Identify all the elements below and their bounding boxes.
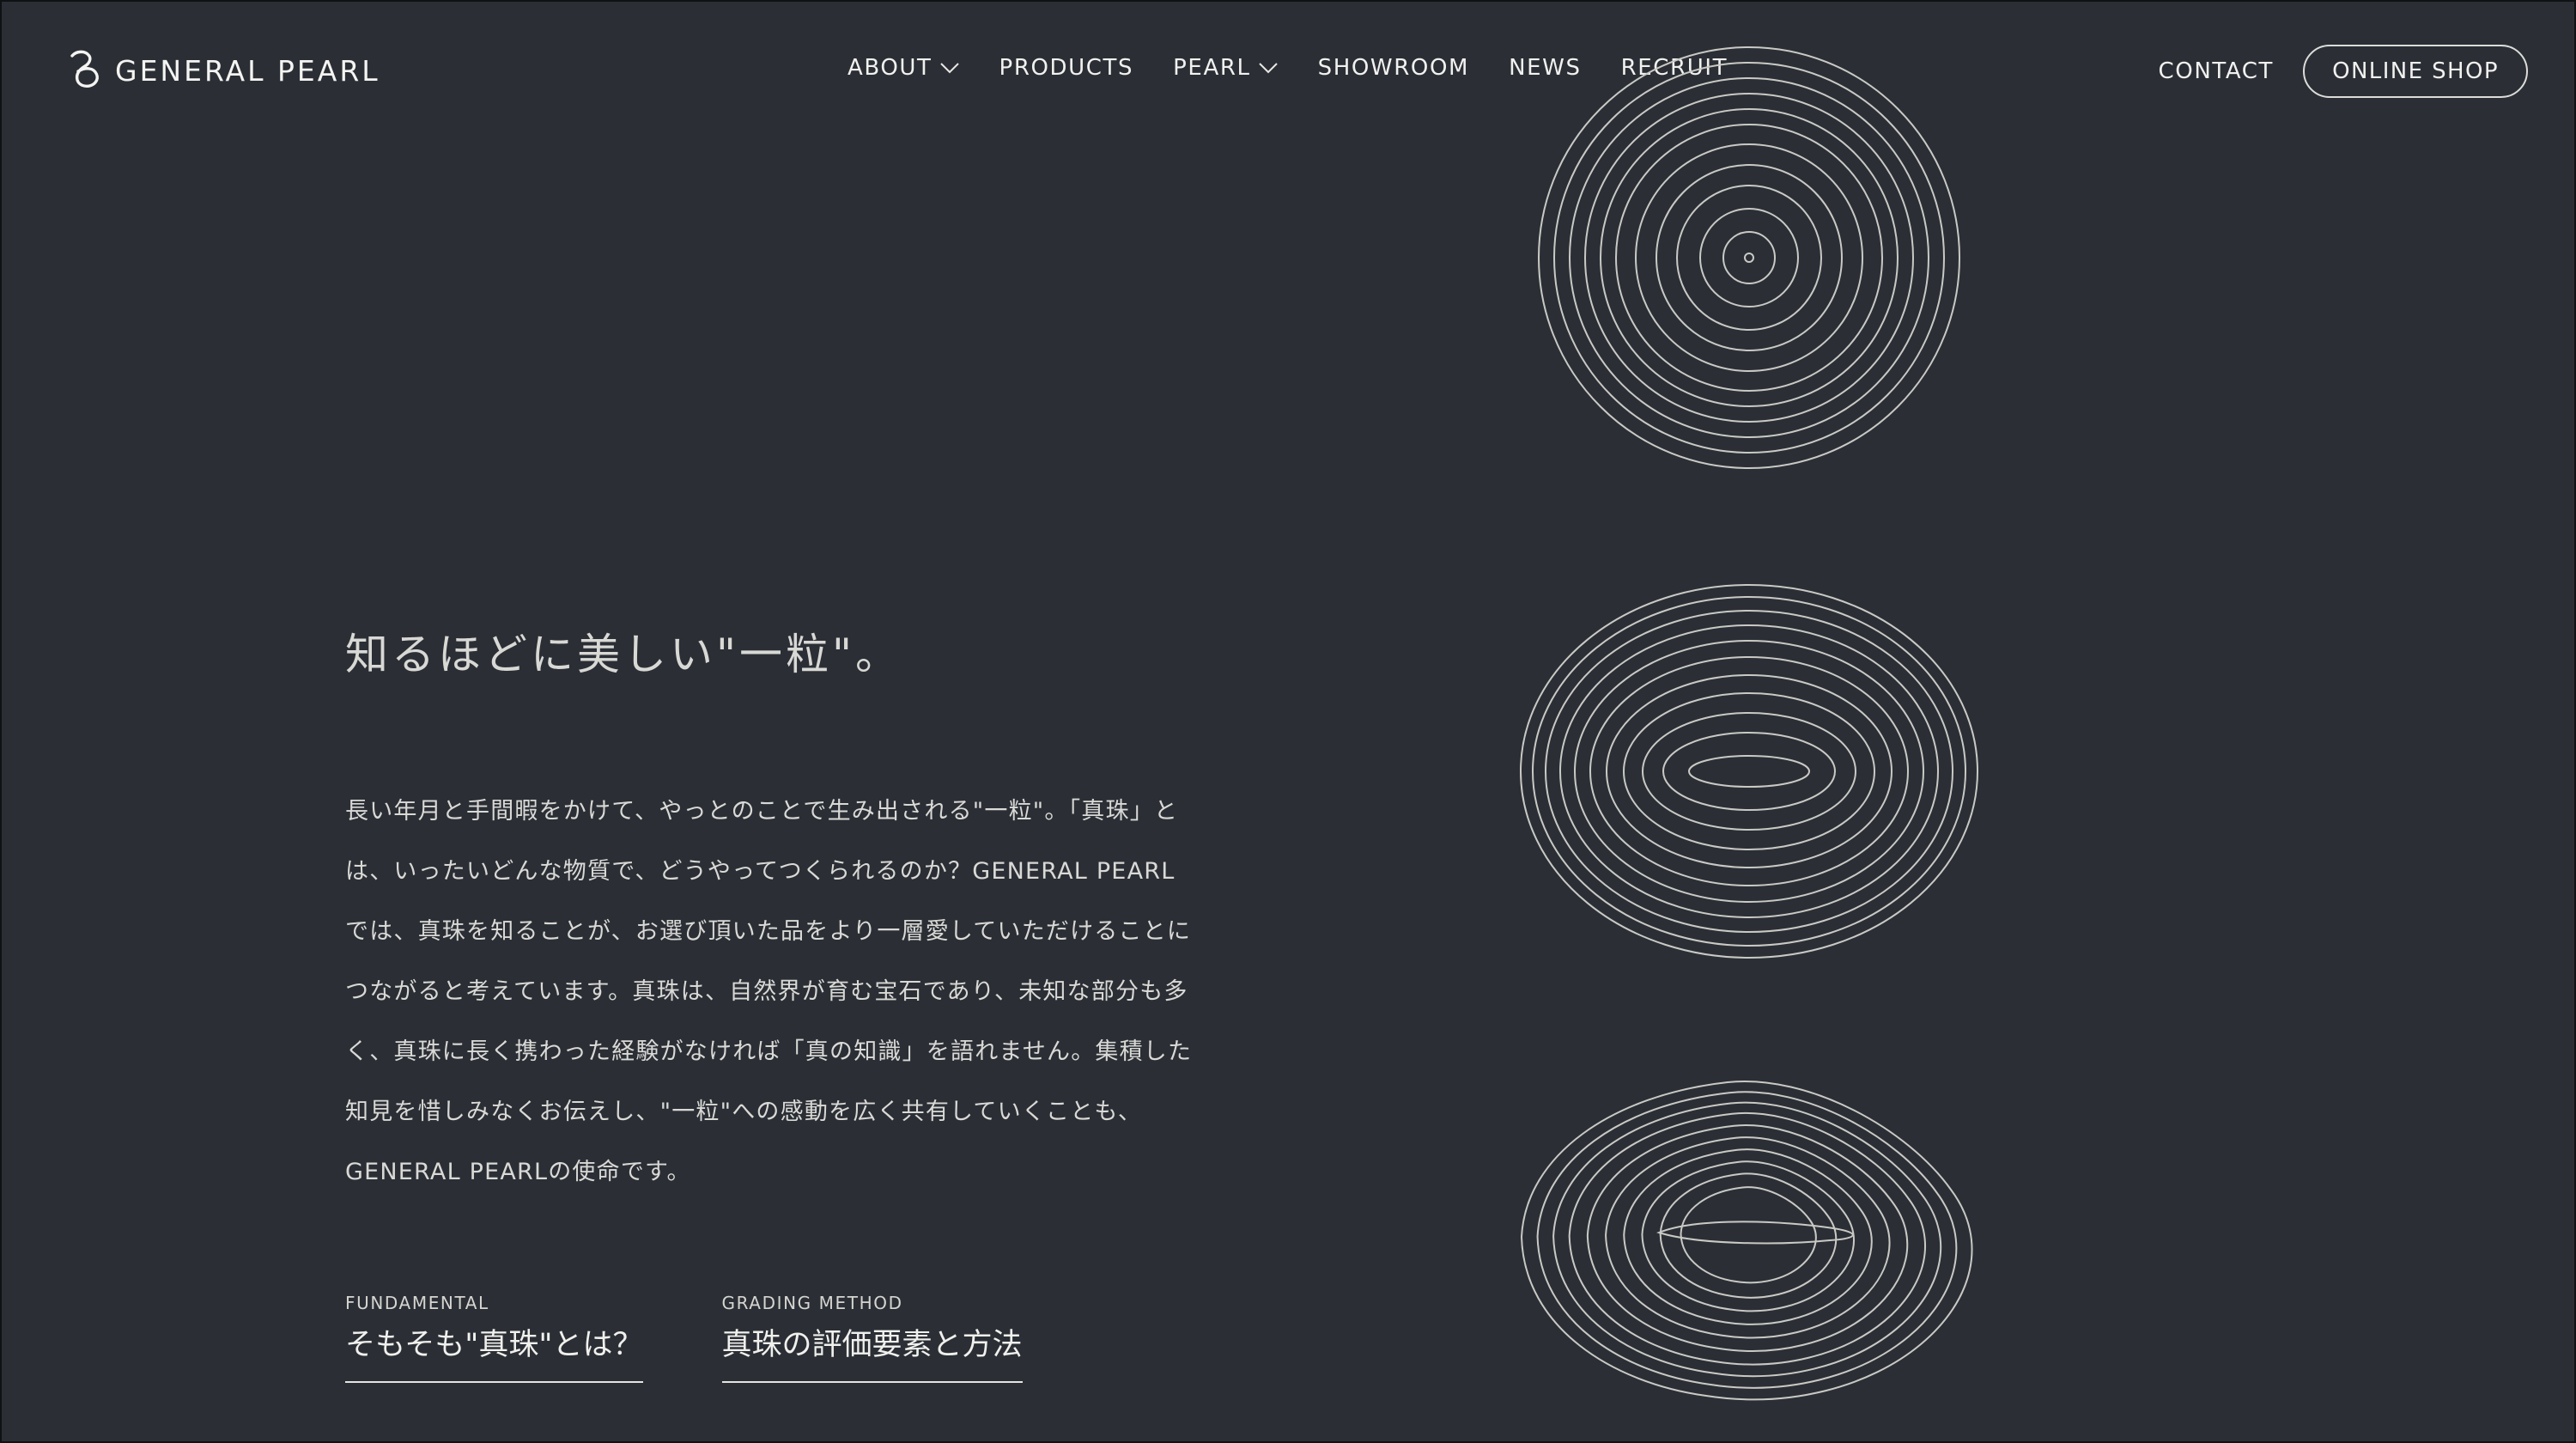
nav-item-about[interactable]: ABOUT	[848, 55, 960, 81]
nav-label-products: PRODUCTS	[999, 55, 1134, 81]
chevron-down-icon	[1258, 63, 1278, 74]
fundamental-kicker: FUNDAMENTAL	[345, 1293, 489, 1313]
nav-item-showroom[interactable]: SHOWROOM	[1318, 55, 1469, 81]
header-actions: CONTACT ONLINE SHOP	[2159, 45, 2528, 98]
hero-description: 長い年月と手間暇をかけて、やっとのことで生み出される"一粒"。「真珠」とは、いっ…	[345, 798, 1193, 1185]
pearl-fundamentals-page: GENERAL PEARL ABOUT PRODUCTS PEARL SHOWR…	[0, 0, 2576, 1443]
teardrop-pearl-contour-icon	[1522, 1081, 1972, 1399]
round-pearl-contour-icon	[1539, 47, 1959, 468]
site-header: GENERAL PEARL ABOUT PRODUCTS PEARL SHOWR…	[2, 2, 2574, 139]
grading-method-title: 真珠の評価要素と方法	[721, 1330, 1023, 1383]
topic-links: FUNDAMENTAL そもそも"真珠"とは？ GRADING METHOD 真…	[345, 1294, 1023, 1383]
online-shop-button-label: ONLINE SHOP	[2332, 58, 2499, 84]
nav-label-showroom: SHOWROOM	[1317, 55, 1470, 81]
nav-label-about: ABOUT	[848, 55, 933, 81]
nav-label-pearl: PEARL	[1173, 55, 1251, 81]
online-shop-button[interactable]: ONLINE SHOP	[2303, 45, 2528, 98]
oval-pearl-contour-icon	[1521, 585, 1978, 958]
brand-name: GENERAL PEARL	[115, 53, 380, 88]
grading-method-link[interactable]: GRADING METHOD 真珠の評価要素と方法	[721, 1293, 1023, 1383]
grading-method-kicker: GRADING METHOD	[721, 1293, 903, 1313]
pearl-contour-illustrations	[1513, 36, 1994, 1443]
fundamental-title: そもそも"真珠"とは？	[345, 1330, 643, 1383]
contact-link[interactable]: CONTACT	[2159, 58, 2275, 84]
nav-item-pearl[interactable]: PEARL	[1173, 55, 1278, 81]
fundamental-link[interactable]: FUNDAMENTAL そもそも"真珠"とは？	[345, 1294, 643, 1383]
nav-item-products[interactable]: PRODUCTS	[999, 55, 1134, 81]
hero-content: 知るほどに美しい"一粒"。 長い年月と手間暇をかけて、やっとのことで生み出される…	[345, 629, 1204, 1202]
logo-mark-icon	[70, 50, 99, 88]
brand-logo[interactable]: GENERAL PEARL	[65, 48, 380, 93]
chevron-down-icon	[939, 63, 959, 74]
page-title: 知るほどに美しい"一粒"。	[345, 630, 902, 679]
